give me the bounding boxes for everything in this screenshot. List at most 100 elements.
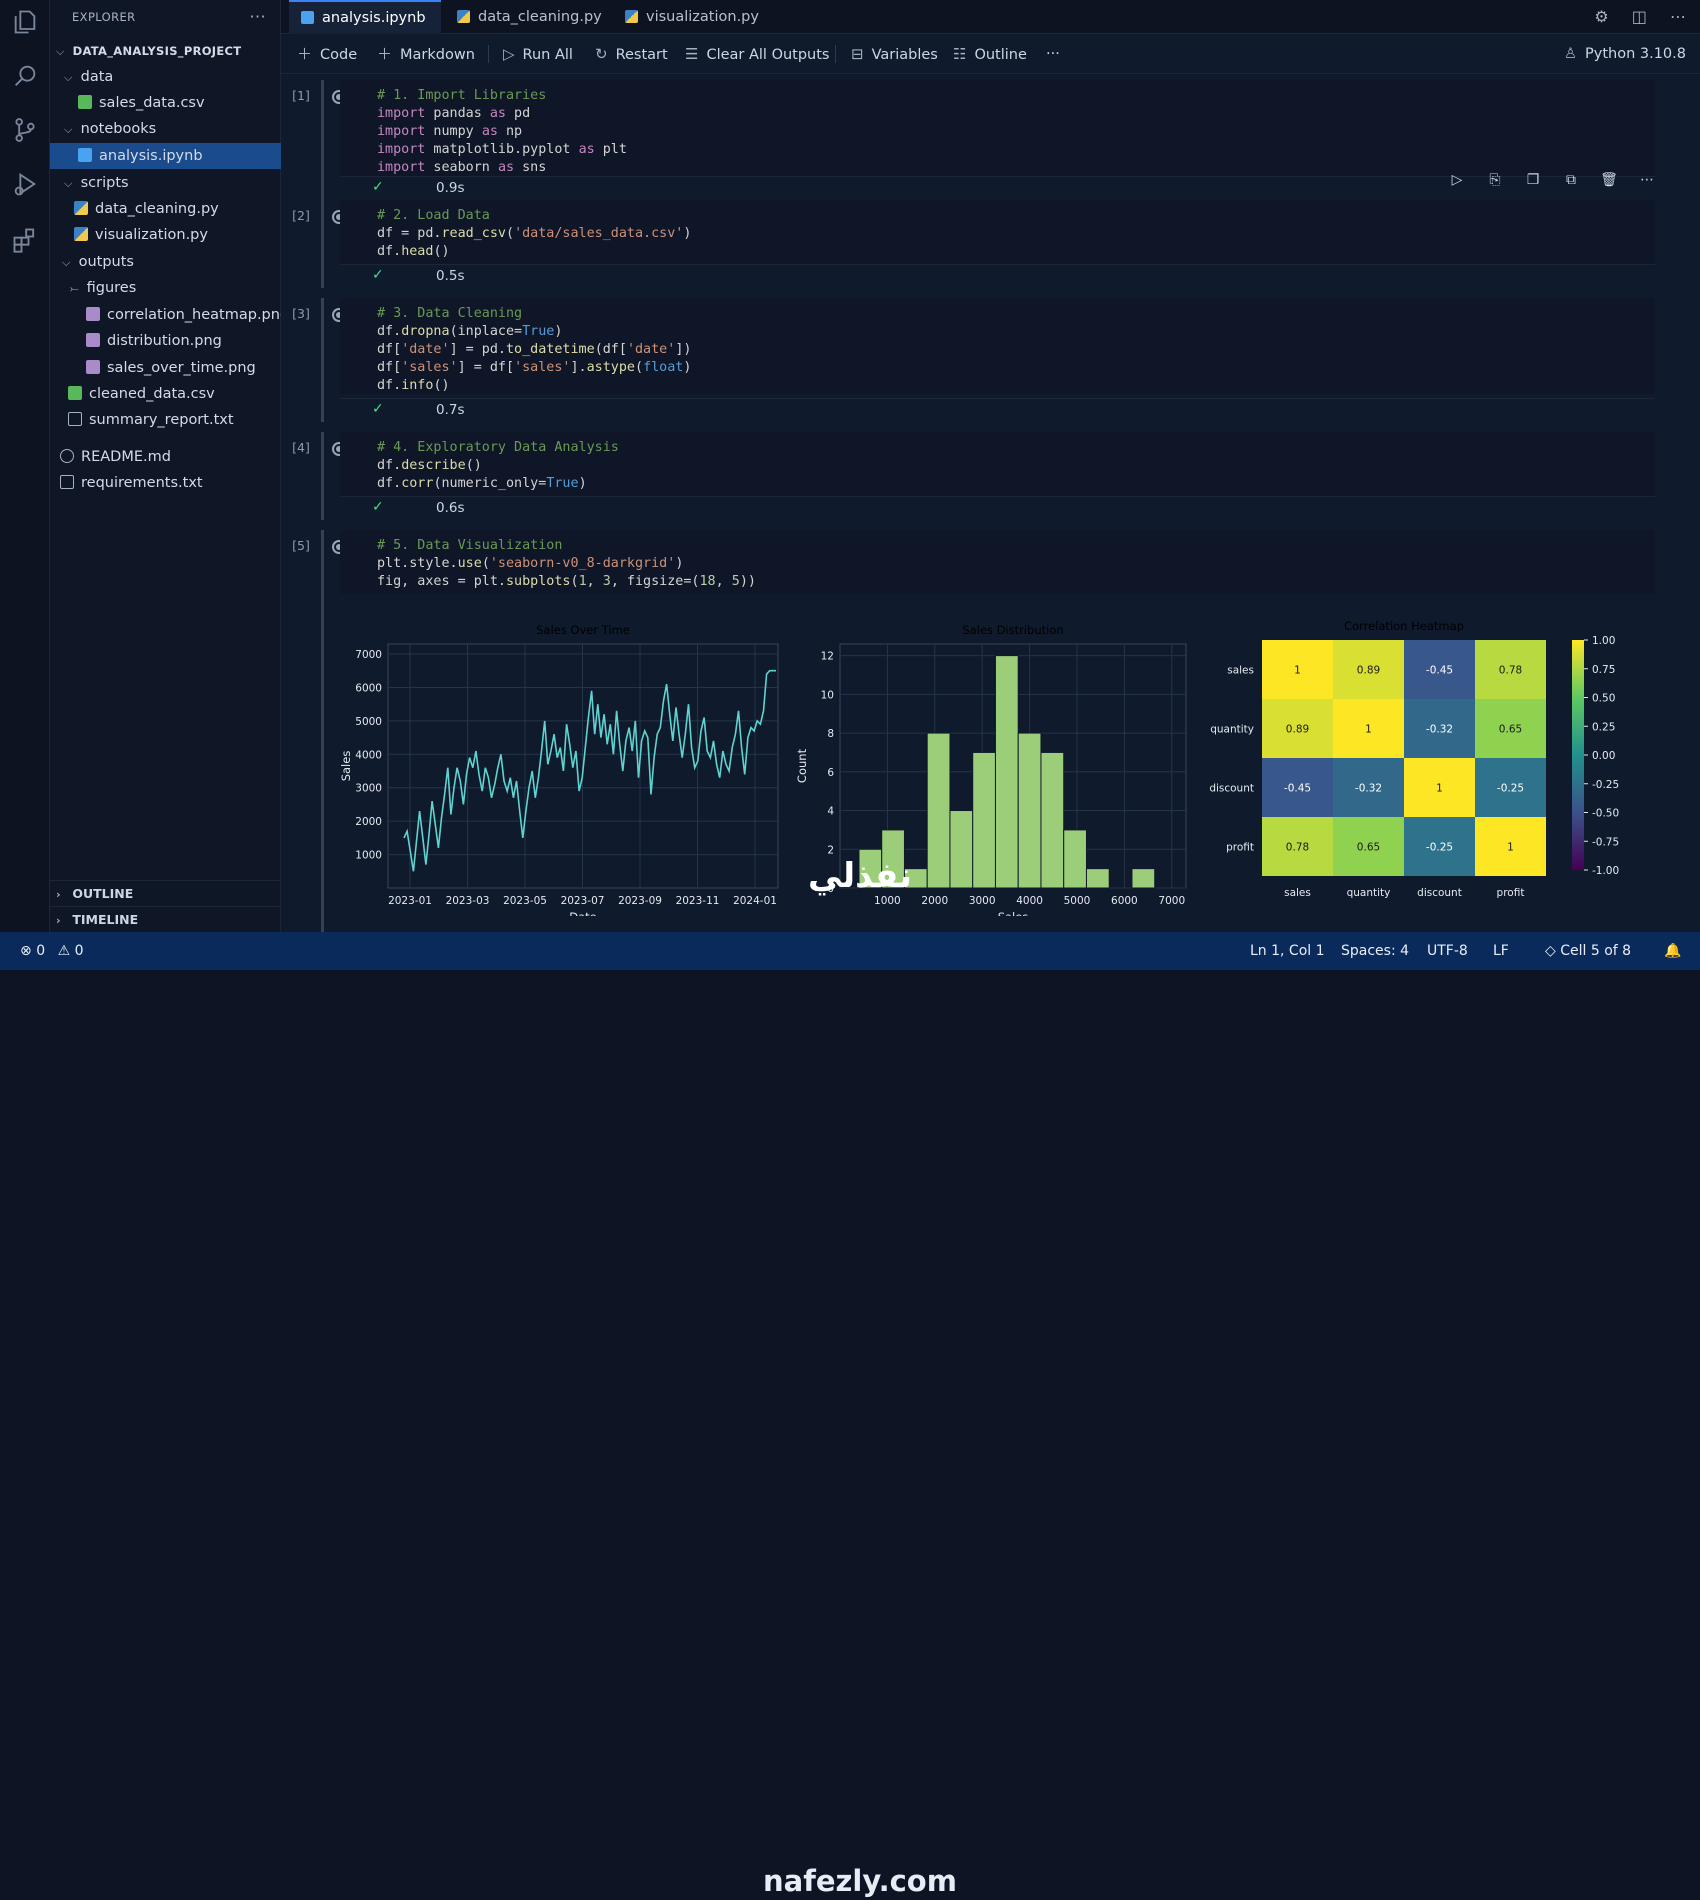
line-ending[interactable]: LF	[1493, 932, 1509, 970]
cell-focus-bar	[321, 530, 324, 950]
split-editor-icon[interactable]: ◫	[1632, 7, 1647, 26]
check-icon: ✓	[372, 267, 384, 283]
check-icon: ✓	[372, 401, 384, 417]
add-code-cell-button[interactable]: ＋ Code	[297, 34, 357, 74]
heatmap-value: 1	[1365, 724, 1372, 736]
project-root-label: DATA_ANALYSIS_PROJECT	[72, 44, 242, 58]
row-label: quantity	[1210, 724, 1254, 736]
code-line: df.info()	[377, 378, 450, 393]
execution-count: [5]	[292, 538, 310, 553]
tree-file[interactable]: analysis.ipynb	[50, 143, 281, 169]
outline-button[interactable]: ☷ Outline	[953, 34, 1027, 74]
heatmap-value: 0.78	[1499, 665, 1522, 677]
clear-outputs-button[interactable]: ☰ Clear All Outputs	[685, 34, 830, 74]
heatmap-value: -0.25	[1426, 842, 1453, 854]
cell-more-icon[interactable]: ⋯	[1628, 172, 1666, 188]
x-tick-label: 4000	[1016, 895, 1043, 907]
tree-item-label: visualization.py	[95, 227, 208, 243]
settings-gear-icon[interactable]: ⚙	[1594, 7, 1608, 26]
tree-file[interactable]: data_cleaning.py	[50, 196, 281, 222]
search-icon[interactable]	[11, 62, 39, 90]
tab-analysis-ipynb[interactable]: analysis.ipynb ✕	[289, 0, 441, 58]
run-all-button[interactable]: ▷ Run All	[503, 34, 573, 74]
variables-button[interactable]: ⊟ Variables	[851, 34, 938, 74]
cell-focus-bar	[321, 200, 324, 288]
explorer-icon[interactable]	[11, 8, 39, 36]
cursor-position[interactable]: Ln 1, Col 1	[1250, 932, 1325, 970]
restart-button[interactable]: ↻ Restart	[595, 34, 668, 74]
x-tick-label: 2023-07	[561, 895, 605, 907]
timeline-section[interactable]: › TIMELINE	[50, 906, 281, 932]
markdown-label: Markdown	[400, 47, 475, 63]
explorer-more-icon[interactable]: ···	[250, 0, 266, 34]
heatmap-value: 0.78	[1286, 842, 1309, 854]
code-line: df.head()	[377, 244, 450, 259]
tree-file[interactable]: sales_over_time.png	[50, 355, 281, 381]
encoding[interactable]: UTF-8	[1427, 932, 1468, 970]
tab-label: data_cleaning.py	[478, 9, 602, 25]
csv-file-icon	[68, 386, 82, 400]
run-all-label: Run All	[522, 47, 573, 63]
tree-file[interactable]: correlation_heatmap.png	[50, 302, 289, 328]
tree-file[interactable]: sales_data.csv	[50, 90, 281, 116]
copy-icon[interactable]: ❐	[1514, 172, 1552, 188]
watermark-domain: nafezly.com	[763, 1864, 957, 1898]
tree-folder[interactable]: ⤚ figures	[50, 275, 281, 301]
tree-item-label: data_cleaning.py	[95, 201, 219, 217]
col-label: discount	[1417, 887, 1462, 899]
chevron-down-icon: ⌵	[64, 123, 73, 136]
notifications-bell-icon[interactable]: 🔔	[1664, 932, 1681, 970]
row-label: profit	[1226, 842, 1254, 854]
run-cell-icon[interactable]: ▷	[1438, 172, 1476, 188]
heatmap-value: 0.89	[1286, 724, 1309, 736]
y-tick-label: 3000	[355, 783, 382, 795]
chevron-down-icon: ⌵	[64, 177, 73, 190]
cell-indicator[interactable]: ◇ Cell 5 of 8	[1545, 932, 1631, 970]
extensions-icon[interactable]	[11, 226, 39, 254]
x-axis-label: Sales	[998, 910, 1029, 916]
colorbar-label: -0.50	[1592, 808, 1619, 820]
tree-folder[interactable]: ⌵ outputs	[50, 249, 281, 275]
tab-visualization-py[interactable]: visualization.py	[613, 0, 783, 34]
run-debug-icon[interactable]	[11, 170, 39, 198]
tree-folder[interactable]: ⌵ notebooks	[50, 116, 281, 142]
tree-file[interactable]: requirements.txt	[50, 470, 281, 496]
execution-count: [4]	[292, 440, 310, 455]
more-icon: ···	[1046, 46, 1060, 62]
code-line: df.corr(numeric_only=True)	[377, 476, 587, 491]
restart-icon: ↻	[595, 45, 608, 63]
tree-folder[interactable]: ⌵ data	[50, 64, 281, 90]
run-below-icon[interactable]: ⎘	[1476, 172, 1514, 188]
tree-file[interactable]: cleaned_data.csv	[50, 381, 281, 407]
check-icon: ✓	[372, 499, 384, 515]
more-actions-icon[interactable]: ⋯	[1670, 7, 1686, 26]
x-tick-label: 6000	[1111, 895, 1138, 907]
split-cell-icon[interactable]: ⧉	[1552, 172, 1590, 188]
tree-file[interactable]: summary_report.txt	[50, 407, 281, 433]
heatmap-value: -0.32	[1355, 783, 1382, 795]
tree-file[interactable]: distribution.png	[50, 328, 281, 354]
outline-section[interactable]: › OUTLINE	[50, 880, 281, 906]
project-root[interactable]: ⌵ DATA_ANALYSIS_PROJECT	[50, 38, 281, 64]
tree-file[interactable]: README.md	[50, 444, 281, 470]
code-line: plt.style.use('seaborn-v0_8-darkgrid')	[377, 556, 684, 571]
tab-data-cleaning-py[interactable]: data_cleaning.py	[445, 0, 611, 34]
x-tick-label: 2023-09	[618, 895, 662, 907]
delete-icon[interactable]: 🗑	[1590, 172, 1628, 188]
kernel-picker[interactable]: ♙ Python 3.10.8	[1564, 34, 1686, 74]
source-control-icon[interactable]	[11, 116, 39, 144]
heatmap-value: 1	[1294, 665, 1301, 677]
problems-indicator[interactable]: ⊗ 0 ⚠ 0	[20, 932, 84, 970]
tree-item-label: scripts	[80, 175, 129, 191]
tree-folder[interactable]: ⌵ scripts	[50, 170, 281, 196]
tree-file[interactable]: visualization.py	[50, 222, 281, 248]
colorbar	[1572, 640, 1584, 870]
tree-item-label: README.md	[81, 449, 171, 465]
code-line: import pandas as pd	[377, 106, 531, 121]
cell-focus-bar	[321, 432, 324, 520]
indentation[interactable]: Spaces: 4	[1341, 932, 1409, 970]
add-markdown-cell-button[interactable]: ＋ Markdown	[377, 34, 475, 74]
heatmap-value: -0.45	[1426, 665, 1453, 677]
toolbar-more-button[interactable]: ···	[1046, 34, 1060, 74]
python-icon	[457, 10, 470, 23]
